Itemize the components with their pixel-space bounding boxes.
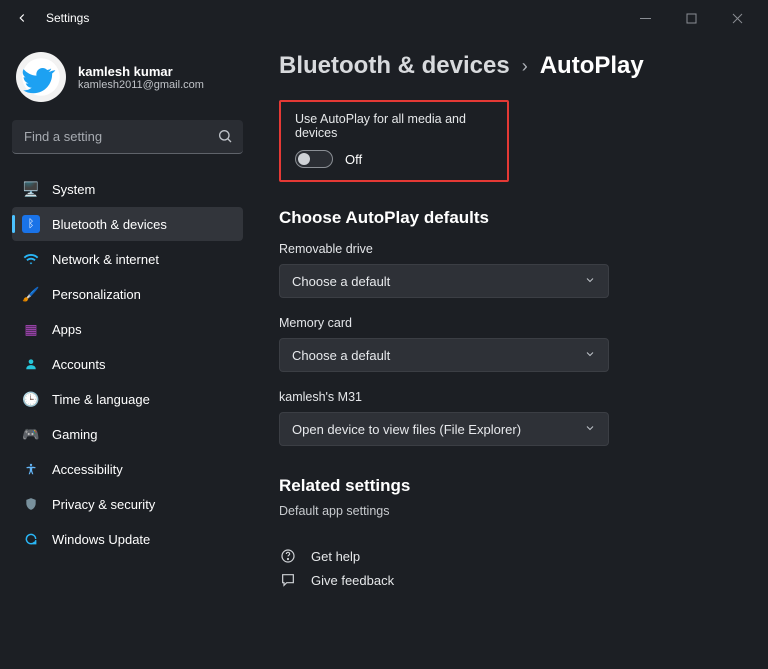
memory-label: Memory card — [279, 316, 738, 330]
nav-label: Apps — [52, 322, 82, 337]
main-content: Bluetooth & devices › AutoPlay Use AutoP… — [255, 36, 768, 669]
profile[interactable]: kamlesh kumar kamlesh2011@gmail.com — [12, 46, 243, 120]
nav-label: Accounts — [52, 357, 105, 372]
nav-label: Privacy & security — [52, 497, 155, 512]
field-device: kamlesh's M31 Open device to view files … — [279, 390, 738, 446]
get-help-link[interactable]: Get help — [279, 544, 738, 568]
title-bar: Settings — [0, 0, 768, 36]
autoplay-toggle[interactable] — [295, 150, 333, 168]
nav-label: Bluetooth & devices — [52, 217, 167, 232]
search-icon — [217, 128, 233, 147]
dropdown-value: Open device to view files (File Explorer… — [292, 422, 521, 437]
default-app-settings-link[interactable]: Default app settings — [279, 504, 738, 518]
bluetooth-icon: ᛒ — [22, 215, 40, 233]
back-button[interactable] — [8, 11, 36, 25]
nav-personalization[interactable]: 🖌️ Personalization — [12, 277, 243, 311]
link-label: Give feedback — [311, 573, 394, 588]
nav-system[interactable]: 🖥️ System — [12, 172, 243, 206]
search-container — [12, 120, 243, 154]
paintbrush-icon: 🖌️ — [22, 285, 40, 303]
shield-icon — [22, 495, 40, 513]
nav-bluetooth[interactable]: ᛒ Bluetooth & devices — [12, 207, 243, 241]
gamepad-icon: 🎮 — [22, 425, 40, 443]
chevron-down-icon — [584, 348, 596, 363]
nav-time[interactable]: 🕒 Time & language — [12, 382, 243, 416]
autoplay-toggle-label: Use AutoPlay for all media and devices — [295, 112, 493, 140]
device-dropdown[interactable]: Open device to view files (File Explorer… — [279, 412, 609, 446]
chevron-right-icon: › — [522, 56, 528, 77]
autoplay-toggle-group: Use AutoPlay for all media and devices O… — [279, 100, 509, 182]
search-input[interactable] — [12, 120, 243, 154]
field-memory: Memory card Choose a default — [279, 316, 738, 372]
nav-label: System — [52, 182, 95, 197]
nav-accounts[interactable]: Accounts — [12, 347, 243, 381]
nav-privacy[interactable]: Privacy & security — [12, 487, 243, 521]
chevron-down-icon — [584, 422, 596, 437]
defaults-heading: Choose AutoPlay defaults — [279, 208, 738, 228]
memory-dropdown[interactable]: Choose a default — [279, 338, 609, 372]
chevron-down-icon — [584, 274, 596, 289]
breadcrumb-current: AutoPlay — [540, 52, 644, 80]
nav-label: Personalization — [52, 287, 141, 302]
nav-label: Windows Update — [52, 532, 150, 547]
wifi-icon — [22, 250, 40, 268]
window-title: Settings — [46, 11, 89, 25]
nav-label: Time & language — [52, 392, 150, 407]
link-label: Get help — [311, 549, 360, 564]
breadcrumb-parent[interactable]: Bluetooth & devices — [279, 52, 510, 80]
sync-icon — [22, 530, 40, 548]
nav-label: Network & internet — [52, 252, 159, 267]
avatar — [16, 52, 66, 102]
globe-clock-icon: 🕒 — [22, 390, 40, 408]
sidebar: kamlesh kumar kamlesh2011@gmail.com 🖥️ S… — [0, 36, 255, 669]
nav-update[interactable]: Windows Update — [12, 522, 243, 556]
profile-email: kamlesh2011@gmail.com — [78, 79, 204, 91]
give-feedback-link[interactable]: Give feedback — [279, 568, 738, 592]
help-icon — [279, 548, 297, 564]
person-icon — [22, 355, 40, 373]
nav-gaming[interactable]: 🎮 Gaming — [12, 417, 243, 451]
monitor-icon: 🖥️ — [22, 180, 40, 198]
device-label: kamlesh's M31 — [279, 390, 738, 404]
related-heading: Related settings — [279, 476, 738, 496]
feedback-icon — [279, 572, 297, 588]
maximize-button[interactable] — [668, 3, 714, 33]
nav-apps[interactable]: ▦ Apps — [12, 312, 243, 346]
nav-label: Gaming — [52, 427, 98, 442]
nav-label: Accessibility — [52, 462, 123, 477]
apps-icon: ▦ — [22, 320, 40, 338]
removable-dropdown[interactable]: Choose a default — [279, 264, 609, 298]
removable-label: Removable drive — [279, 242, 738, 256]
field-removable: Removable drive Choose a default — [279, 242, 738, 298]
breadcrumb: Bluetooth & devices › AutoPlay — [279, 52, 738, 80]
autoplay-toggle-state: Off — [345, 152, 362, 167]
nav-network[interactable]: Network & internet — [12, 242, 243, 276]
minimize-button[interactable] — [622, 3, 668, 33]
profile-name: kamlesh kumar — [78, 64, 204, 79]
dropdown-value: Choose a default — [292, 348, 390, 363]
accessibility-icon — [22, 460, 40, 478]
dropdown-value: Choose a default — [292, 274, 390, 289]
nav-list: 🖥️ System ᛒ Bluetooth & devices Network … — [12, 172, 243, 556]
close-button[interactable] — [714, 3, 760, 33]
nav-accessibility[interactable]: Accessibility — [12, 452, 243, 486]
